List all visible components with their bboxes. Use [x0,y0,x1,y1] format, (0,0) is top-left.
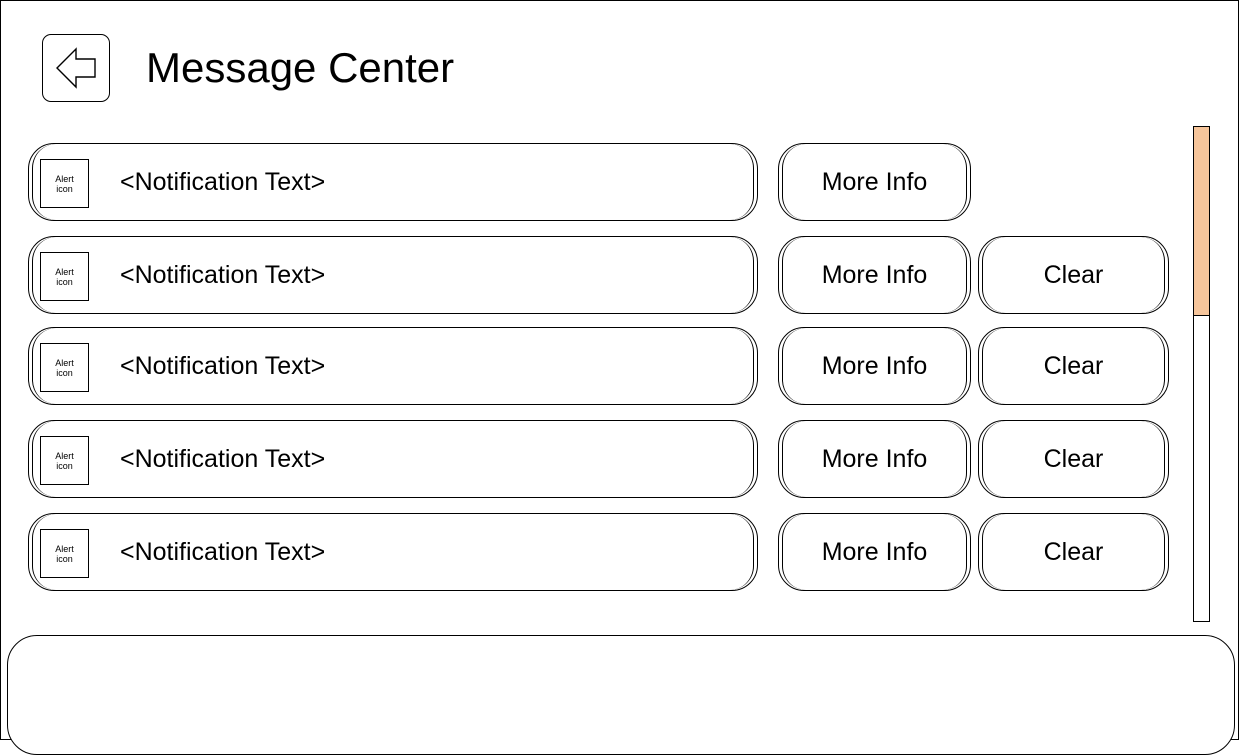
notification-text: <Notification Text> [120,261,326,289]
more-info-button[interactable]: More Info [778,143,971,221]
notification-item: Alert icon <Notification Text> [28,327,758,405]
notification-row: Alert icon <Notification Text> More Info… [28,420,1178,498]
alert-icon: Alert icon [40,252,89,301]
clear-button[interactable]: Clear [978,236,1169,314]
notification-row: Alert icon <Notification Text> More Info… [28,236,1178,314]
notification-item: Alert icon <Notification Text> [28,513,758,591]
more-info-button[interactable]: More Info [778,513,971,591]
bottom-panel [7,635,1235,755]
arrow-left-icon [56,47,96,89]
notification-text: <Notification Text> [120,538,326,566]
alert-icon-label-line1: Alert [55,357,74,368]
alert-icon-label-line1: Alert [55,266,74,277]
notification-row: Alert icon <Notification Text> More Info… [28,513,1178,591]
more-info-button[interactable]: More Info [778,420,971,498]
clear-button[interactable]: Clear [978,420,1169,498]
alert-icon: Alert icon [40,343,89,392]
clear-button[interactable]: Clear [978,327,1169,405]
alert-icon-label-line2: icon [56,460,73,471]
alert-icon-label-line1: Alert [55,543,74,554]
notification-item: Alert icon <Notification Text> [28,236,758,314]
alert-icon-label-line2: icon [56,553,73,564]
alert-icon: Alert icon [40,529,89,578]
alert-icon: Alert icon [40,159,89,208]
clear-button[interactable]: Clear [978,513,1169,591]
notification-text: <Notification Text> [120,352,326,380]
notification-row: Alert icon <Notification Text> More Info… [28,327,1178,405]
alert-icon-label-line1: Alert [55,173,74,184]
more-info-button[interactable]: More Info [778,327,971,405]
notification-item: Alert icon <Notification Text> [28,143,758,221]
notification-text: <Notification Text> [120,445,326,473]
notification-text: <Notification Text> [120,168,326,196]
notification-item: Alert icon <Notification Text> [28,420,758,498]
alert-icon-label-line2: icon [56,276,73,287]
page-title: Message Center [146,44,455,91]
alert-icon-label-line2: icon [56,183,73,194]
vertical-scrollbar[interactable] [1193,126,1210,622]
scrollbar-thumb[interactable] [1194,127,1209,316]
alert-icon: Alert icon [40,436,89,485]
alert-icon-label-line2: icon [56,367,73,378]
notification-row: Alert icon <Notification Text> More Info [28,143,1178,221]
more-info-button[interactable]: More Info [778,236,971,314]
back-button[interactable] [42,34,110,102]
alert-icon-label-line1: Alert [55,450,74,461]
